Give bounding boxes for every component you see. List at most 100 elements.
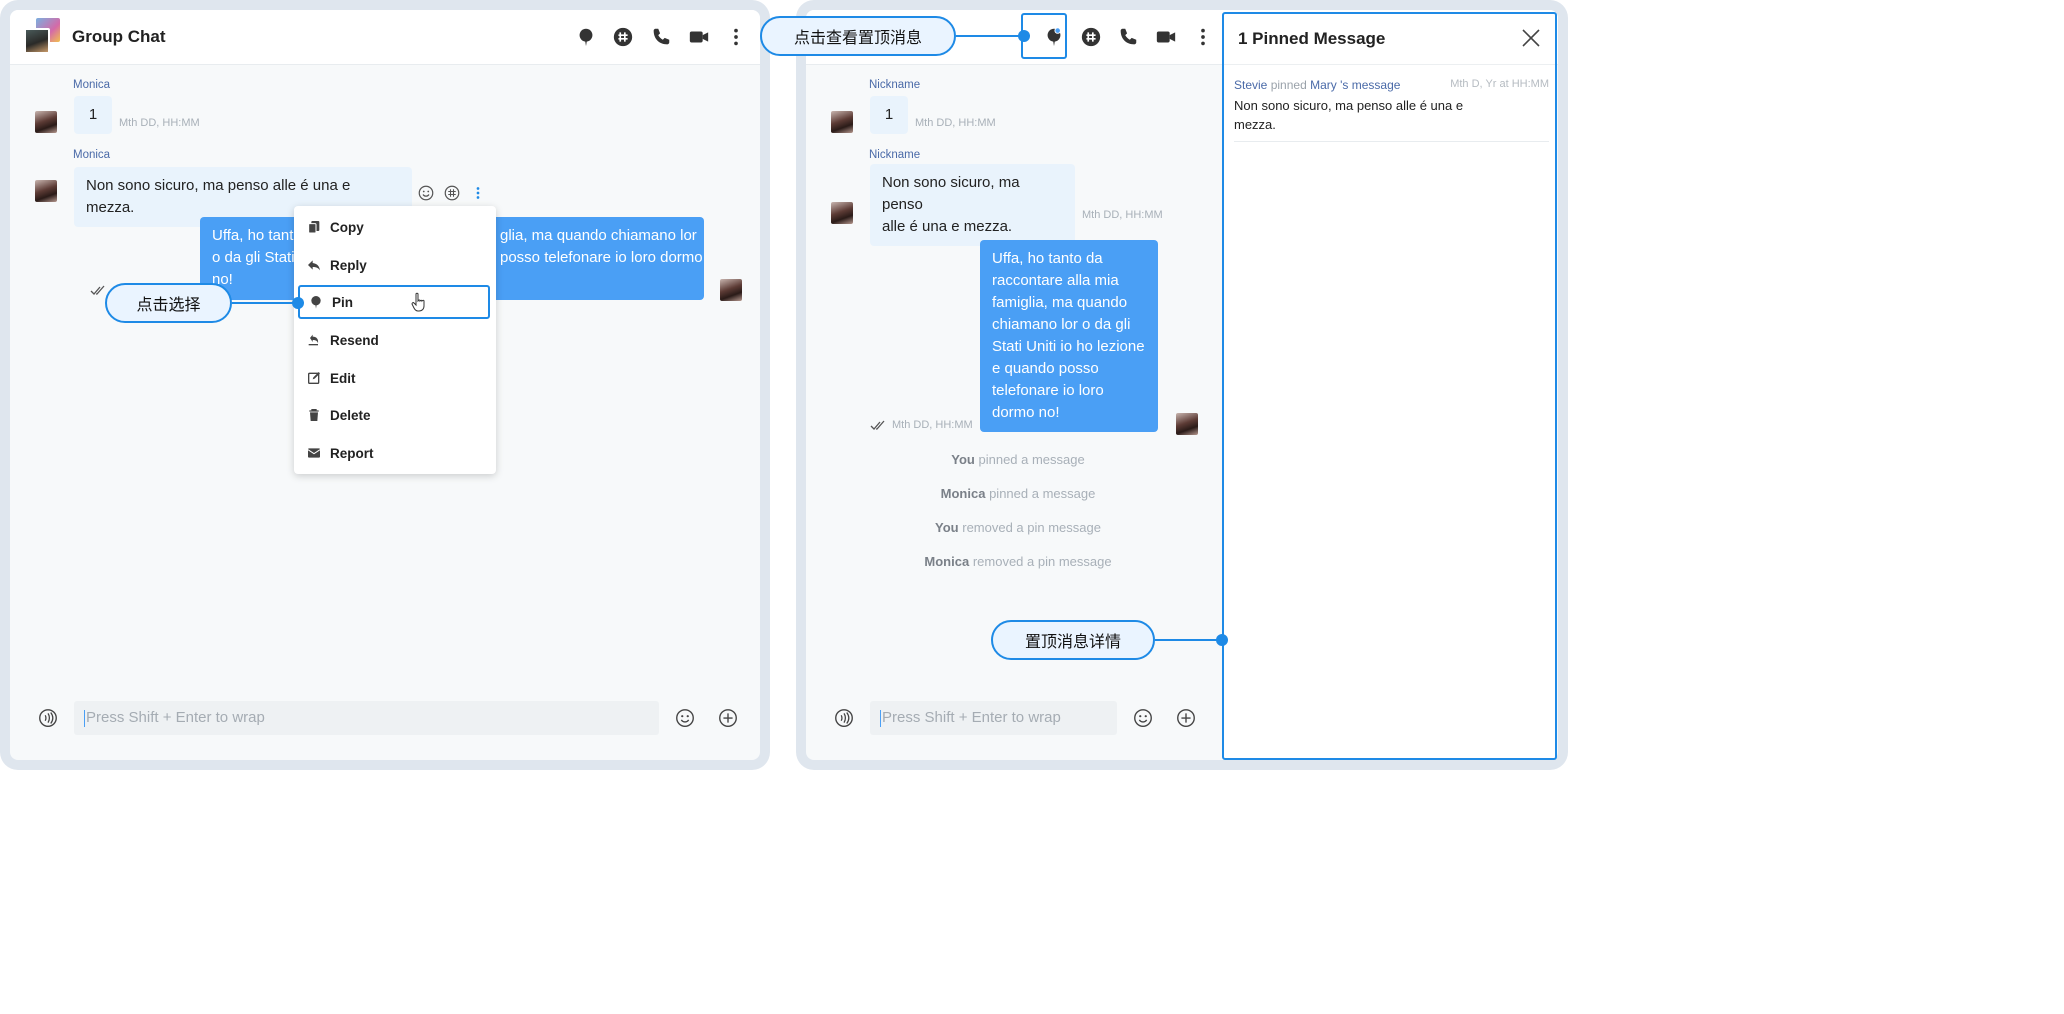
message-bubble[interactable]: 1 (74, 96, 112, 134)
video-icon[interactable] (686, 24, 712, 50)
owner-suffix: 's message (1340, 78, 1401, 92)
avatar[interactable] (35, 111, 57, 133)
emoji-icon[interactable] (673, 706, 697, 730)
message-text-line: alle é una e mezza. (882, 218, 1013, 235)
read-receipt-icon (90, 285, 105, 295)
input-placeholder: Press Shift + Enter to wrap (882, 709, 1061, 726)
message-time: Mth DD, HH:MM (1082, 209, 1163, 221)
message-sender: Nickname (869, 79, 921, 91)
menu-item-copy[interactable]: Copy (294, 209, 496, 245)
callout-dot (292, 297, 304, 309)
message-bubble[interactable]: Non sono sicuro, ma penso alle é una e m… (870, 164, 1075, 246)
input-placeholder: Press Shift + Enter to wrap (86, 709, 265, 726)
phone-icon[interactable] (648, 24, 674, 50)
menu-item-delete[interactable]: Delete (294, 397, 496, 433)
more-vertical-icon[interactable] (469, 184, 487, 202)
plus-icon[interactable] (716, 706, 740, 730)
chat-header: Group Chat (10, 10, 760, 65)
group-avatar[interactable] (24, 18, 60, 54)
message-text-line: Stati Uniti io ho lezione (992, 338, 1145, 355)
menu-item-edit[interactable]: Edit (294, 360, 496, 396)
avatar[interactable] (720, 279, 742, 301)
menu-item-pin[interactable]: Pin (298, 285, 490, 319)
message-text-fragment: posso telefonare io loro dormo (500, 249, 703, 266)
message-text-line: telefonare io loro (992, 382, 1104, 399)
callout-line (956, 35, 1024, 37)
menu-item-resend[interactable]: Resend (294, 322, 496, 358)
add-reaction-icon[interactable] (417, 184, 435, 202)
message-bubble[interactable]: 1 (870, 96, 908, 134)
copy-icon (308, 221, 320, 234)
divider (1224, 64, 1555, 65)
pinned-message-text: Non sono sicuro, ma penso alle é una e m… (1234, 96, 1484, 134)
callout-select: 点击选择 (105, 283, 232, 323)
message-time: Mth DD, HH:MM (892, 419, 973, 431)
pinned-panel-title: 1 Pinned Message (1238, 29, 1386, 48)
message-text-line: Non sono sicuro, ma penso (882, 174, 1020, 213)
close-icon[interactable] (1521, 28, 1541, 48)
pin-verb: pinned (1270, 78, 1307, 92)
menu-item-label: Resend (330, 332, 379, 348)
system-action: pinned a message (989, 486, 1096, 501)
message-text-line: chiamano lor o da gli (992, 316, 1131, 333)
message-text-fragment: o da gli Stati (212, 249, 295, 266)
system-actor: Monica (940, 486, 986, 501)
text-caret (84, 709, 85, 727)
hashtag-icon[interactable] (1078, 24, 1104, 50)
composer: Press Shift + Enter to wrap (806, 694, 1218, 760)
message-text-fragment: glia, ma quando chiamano lor (500, 227, 697, 244)
message-input[interactable]: Press Shift + Enter to wrap (870, 701, 1117, 735)
avatar[interactable] (1176, 413, 1198, 435)
message-text-line: e quando posso (992, 360, 1099, 377)
avatar[interactable] (831, 202, 853, 224)
voice-icon[interactable] (36, 706, 60, 730)
reply-icon (308, 260, 320, 271)
avatar[interactable] (831, 111, 853, 133)
emoji-icon[interactable] (1131, 706, 1155, 730)
system-message: You removed a pin message (806, 520, 1230, 535)
callout-line (232, 302, 298, 304)
menu-item-report[interactable]: Report (294, 435, 496, 471)
voice-icon[interactable] (832, 706, 856, 730)
menu-item-label: Copy (330, 219, 364, 235)
read-receipt-icon (870, 420, 885, 430)
pinned-message-item[interactable]: Stevie pinned Mary 's message Mth D, Yr … (1234, 76, 1549, 142)
resend-icon (308, 334, 319, 346)
system-message: Monica pinned a message (806, 486, 1230, 501)
message-input[interactable]: Press Shift + Enter to wrap (74, 701, 659, 735)
video-icon[interactable] (1153, 24, 1179, 50)
message-text-line: famiglia, ma quando (992, 294, 1128, 311)
message-text-line: Uffa, ho tanto da (992, 250, 1103, 267)
pinned-text-line: mezza. (1234, 117, 1276, 132)
menu-item-label: Report (330, 445, 374, 461)
menu-item-reply[interactable]: Reply (294, 247, 496, 283)
pin-icon[interactable] (573, 24, 599, 50)
phone-icon[interactable] (1115, 24, 1141, 50)
trash-icon (309, 409, 319, 421)
chat-title: Group Chat (72, 27, 166, 46)
system-actor: Monica (924, 554, 970, 569)
more-vertical-icon[interactable] (723, 24, 749, 50)
hand-cursor-icon (411, 292, 425, 312)
menu-item-label: Edit (330, 370, 356, 386)
callout-view-pinned: 点击查看置顶消息 (760, 16, 956, 56)
avatar[interactable] (35, 180, 57, 202)
text-caret (880, 709, 881, 727)
message-sender: Nickname (869, 149, 921, 161)
system-message: Monica removed a pin message (806, 554, 1230, 569)
plus-icon[interactable] (1174, 706, 1198, 730)
system-message: You pinned a message (806, 452, 1230, 467)
message-text-line: raccontare alla mia (992, 272, 1119, 289)
hashtag-icon[interactable] (443, 184, 461, 202)
callout-line (1155, 639, 1223, 641)
pin-icon (311, 296, 321, 309)
avatar (24, 28, 50, 54)
system-action: pinned a message (978, 452, 1085, 467)
message-text-fragment: Uffa, ho tant (212, 227, 294, 244)
system-actor: You (935, 520, 959, 535)
more-vertical-icon[interactable] (1190, 24, 1216, 50)
hashtag-icon[interactable] (610, 24, 636, 50)
message-sender: Monica (73, 79, 111, 91)
message-bubble[interactable]: Uffa, ho tanto da raccontare alla mia fa… (980, 240, 1158, 432)
composer: Press Shift + Enter to wrap (10, 694, 760, 760)
